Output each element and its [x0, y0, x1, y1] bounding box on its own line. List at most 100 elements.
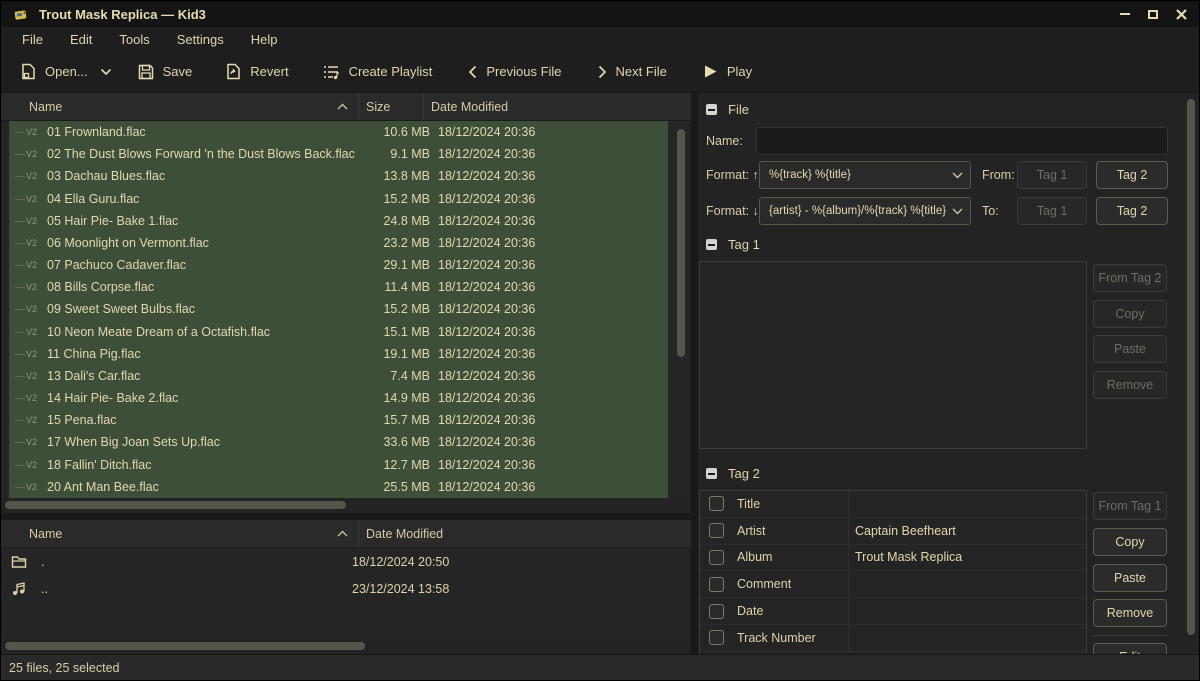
maximize-button[interactable]: [1143, 7, 1163, 22]
column-header-date-modified[interactable]: Date Modified: [359, 520, 691, 547]
title-checkbox[interactable]: [709, 496, 724, 511]
menu-item-help[interactable]: Help: [238, 27, 292, 51]
tag2-paste-button[interactable]: Paste: [1093, 564, 1167, 592]
file-row[interactable]: V210 Neon Meate Dream of a Octafish.flac…: [9, 321, 668, 343]
artist-checkbox[interactable]: [709, 523, 724, 538]
scrollbar-thumb[interactable]: [5, 501, 346, 509]
playlist-icon: [323, 64, 340, 80]
tag2-field-row[interactable]: Date: [700, 598, 1086, 625]
field-value[interactable]: Captain Beefheart: [844, 524, 956, 538]
collapse-icon[interactable]: [706, 104, 717, 115]
file-row[interactable]: V213 Dali's Car.flac7.4 MB18/12/2024 20:…: [9, 365, 668, 387]
menu-item-tools[interactable]: Tools: [106, 27, 163, 51]
file-row[interactable]: V209 Sweet Sweet Bulbs.flac15.2 MB18/12/…: [9, 298, 668, 320]
tag-editor-vertical-scrollbar[interactable]: [1187, 99, 1195, 646]
filename-input[interactable]: [756, 127, 1168, 155]
tag2-field-row[interactable]: Album Trout Mask Replica: [700, 545, 1086, 572]
to-tag2-button[interactable]: Tag 2: [1096, 197, 1168, 225]
file-size-cell: 24.8 MB: [370, 214, 430, 228]
tag2-field-row[interactable]: Comment: [700, 571, 1086, 598]
tag1-from-tag2-button[interactable]: From Tag 2: [1093, 264, 1167, 292]
file-row[interactable]: V205 Hair Pie- Bake 1.flac24.8 MB18/12/2…: [9, 210, 668, 232]
chevron-left-icon: [468, 65, 477, 79]
tag2-from-tag1-button[interactable]: From Tag 1: [1093, 492, 1167, 520]
previous-file-button[interactable]: Previous File: [458, 58, 571, 85]
file-name-cell: 20 Ant Man Bee.flac: [41, 480, 370, 494]
menu-item-edit[interactable]: Edit: [57, 27, 106, 51]
scrollbar-thumb[interactable]: [5, 642, 365, 650]
tag1-copy-button[interactable]: Copy: [1093, 300, 1167, 328]
scrollbar-thumb[interactable]: [1187, 99, 1195, 635]
track-number-checkbox[interactable]: [709, 630, 724, 645]
format-to-combobox[interactable]: {artist} - %{album}/%{track} %{title}: [759, 197, 971, 225]
tag1-section-header[interactable]: Tag 1: [706, 237, 760, 252]
close-button[interactable]: [1171, 7, 1191, 22]
scrollbar-thumb[interactable]: [677, 129, 685, 357]
file-row[interactable]: V206 Moonlight on Vermont.flac23.2 MB18/…: [9, 232, 668, 254]
file-list-vertical-scrollbar[interactable]: [677, 127, 685, 493]
file-row[interactable]: V204 Ella Guru.flac15.2 MB18/12/2024 20:…: [9, 188, 668, 210]
file-row[interactable]: V211 China Pig.flac19.1 MB18/12/2024 20:…: [9, 343, 668, 365]
directory-row[interactable]: .. 23/12/2024 13:58: [1, 575, 691, 602]
file-row[interactable]: V208 Bills Corpse.flac11.4 MB18/12/2024 …: [9, 276, 668, 298]
tag2-copy-button[interactable]: Copy: [1093, 528, 1167, 556]
tag1-remove-button[interactable]: Remove: [1093, 371, 1167, 399]
from-tag1-button[interactable]: Tag 1: [1017, 161, 1087, 189]
file-size-cell: 19.1 MB: [370, 347, 430, 361]
tag2-field-row[interactable]: Track Number: [700, 625, 1086, 652]
minimize-button[interactable]: [1115, 7, 1135, 22]
file-row[interactable]: V203 Dachau Blues.flac13.8 MB18/12/2024 …: [9, 165, 668, 187]
file-row[interactable]: V201 Frownland.flac10.6 MB18/12/2024 20:…: [9, 121, 668, 143]
file-row[interactable]: V215 Pena.flac15.7 MB18/12/2024 20:36: [9, 409, 668, 431]
date-checkbox[interactable]: [709, 604, 724, 619]
tag2-field-row[interactable]: Artist Captain Beefheart: [700, 518, 1086, 545]
column-header-size[interactable]: Size: [359, 93, 424, 120]
file-row[interactable]: V207 Pachuco Cadaver.flac29.1 MB18/12/20…: [9, 254, 668, 276]
column-header-date-modified[interactable]: Date Modified: [424, 93, 691, 120]
main-area: Name Size Date Modified V201 Frownland.f…: [1, 93, 1199, 654]
field-value[interactable]: Trout Mask Replica: [844, 550, 962, 564]
tag2-edit-button[interactable]: Edit: [1093, 643, 1167, 654]
tag2-remove-button[interactable]: Remove: [1093, 599, 1167, 627]
next-file-button[interactable]: Next File: [588, 58, 677, 85]
file-row[interactable]: V217 When Big Joan Sets Up.flac33.6 MB18…: [9, 431, 668, 453]
album-checkbox[interactable]: [709, 550, 724, 565]
file-list-horizontal-scrollbar[interactable]: [1, 498, 691, 513]
file-size-cell: 23.2 MB: [370, 236, 430, 250]
file-row[interactable]: V218 Fallin' Ditch.flac12.7 MB18/12/2024…: [9, 454, 668, 476]
pane-splitter[interactable]: [1, 513, 691, 520]
tag2-fields-table: Title Artist Captain Beefheart Album Tro…: [699, 490, 1087, 654]
tag1-paste-button[interactable]: Paste: [1093, 335, 1167, 363]
directory-row[interactable]: . 18/12/2024 20:50: [1, 548, 691, 575]
column-header-name[interactable]: Name: [1, 520, 359, 547]
open-button[interactable]: Open...: [11, 57, 98, 86]
file-size-cell: 14.9 MB: [370, 391, 430, 405]
file-name-cell: 04 Ella Guru.flac: [41, 192, 370, 206]
file-size-cell: 12.7 MB: [370, 458, 430, 472]
tag2-field-row[interactable]: Title: [700, 491, 1086, 518]
next-file-label: Next File: [616, 64, 667, 79]
comment-checkbox[interactable]: [709, 577, 724, 592]
from-tag2-button[interactable]: Tag 2: [1096, 161, 1168, 189]
file-size-cell: 13.8 MB: [370, 169, 430, 183]
collapse-icon[interactable]: [706, 468, 717, 479]
collapse-icon[interactable]: [706, 239, 717, 250]
file-name-cell: 08 Bills Corpse.flac: [41, 280, 370, 294]
file-row[interactable]: V202 The Dust Blows Forward 'n the Dust …: [9, 143, 668, 165]
tag2-section-header[interactable]: Tag 2: [706, 466, 760, 481]
create-playlist-button[interactable]: Create Playlist: [313, 58, 443, 86]
directory-horizontal-scrollbar[interactable]: [1, 639, 691, 654]
save-button[interactable]: Save: [128, 58, 203, 86]
file-row[interactable]: V214 Hair Pie- Bake 2.flac14.9 MB18/12/2…: [9, 387, 668, 409]
revert-button[interactable]: Revert: [216, 57, 298, 86]
to-tag1-button[interactable]: Tag 1: [1017, 197, 1087, 225]
open-dropdown-button[interactable]: [94, 62, 118, 82]
menu-item-settings[interactable]: Settings: [164, 27, 238, 51]
file-section-header[interactable]: File: [706, 102, 749, 117]
column-header-name[interactable]: Name: [1, 93, 359, 120]
play-button[interactable]: Play: [693, 58, 762, 85]
menu-item-file[interactable]: File: [9, 27, 57, 51]
format-from-combobox[interactable]: %{track} %{title}: [759, 161, 971, 189]
file-name-cell: 10 Neon Meate Dream of a Octafish.flac: [41, 325, 370, 339]
file-row[interactable]: V220 Ant Man Bee.flac25.5 MB18/12/2024 2…: [9, 476, 668, 498]
